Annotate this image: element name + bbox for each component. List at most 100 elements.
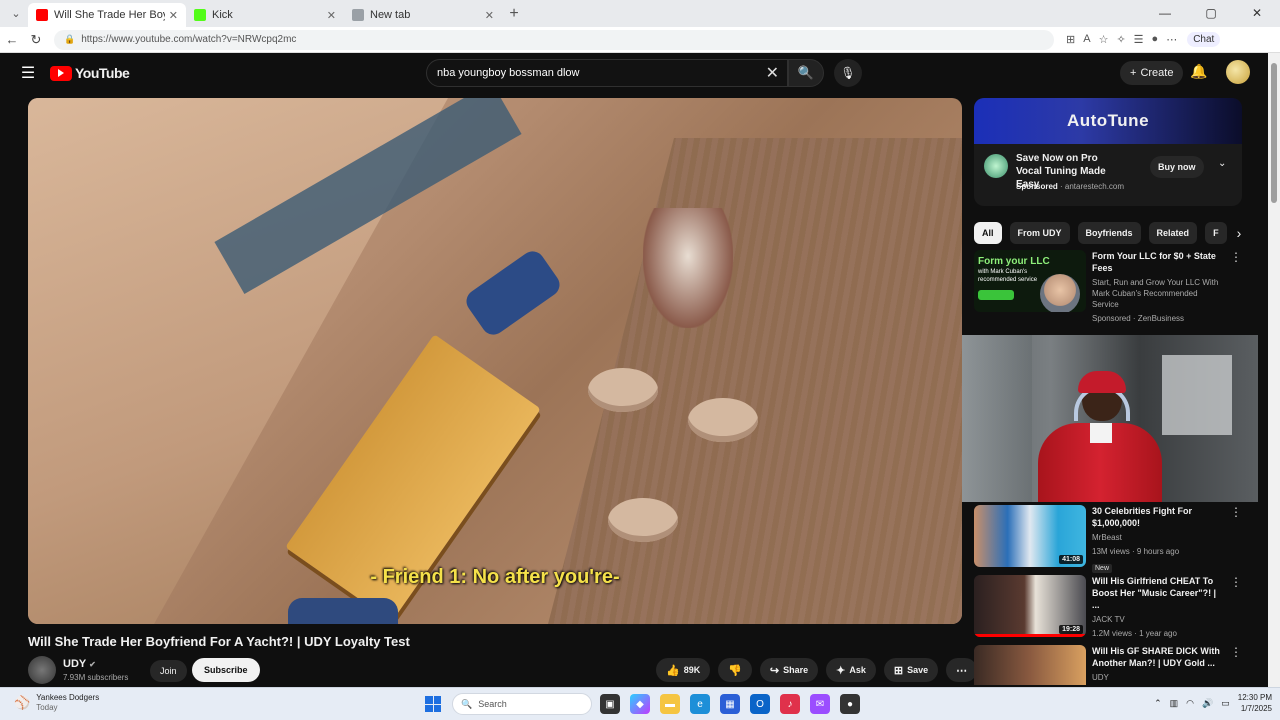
tab-new-tab[interactable]: New tab ✕	[344, 3, 502, 27]
more-vertical-icon[interactable]: ⋮	[1230, 505, 1242, 519]
read-aloud-icon[interactable]: A	[1083, 33, 1090, 46]
widgets-button[interactable]: ⚾ Yankees Dodgers Today	[14, 693, 99, 713]
thumb-button-shape	[978, 290, 1014, 300]
like-button[interactable]: 👍 89K	[656, 658, 711, 682]
sparkle-icon: ✦	[836, 664, 846, 677]
create-button[interactable]: + Create	[1120, 61, 1184, 85]
menu-icon[interactable]: ☰	[10, 63, 46, 83]
chevron-down-icon[interactable]: ⌄	[1218, 158, 1226, 169]
buy-now-button[interactable]: Buy now	[1150, 156, 1204, 178]
chip-from-udy[interactable]: From UDY	[1009, 222, 1070, 244]
channel-name[interactable]: UDY ✔	[63, 658, 96, 670]
copilot-chat-button[interactable]: Chat	[1187, 32, 1221, 47]
profile-icon[interactable]: ●	[1152, 33, 1159, 46]
windows-start-icon[interactable]	[425, 696, 441, 712]
lock-icon: 🔒	[64, 34, 76, 44]
search-button[interactable]: 🔍	[788, 59, 824, 87]
save-button[interactable]: ⊞ Save	[883, 658, 939, 682]
refresh-icon[interactable]: ↻	[24, 32, 48, 48]
rec-info: Will His Girlfriend CHEAT To Boost Her "…	[1092, 575, 1222, 639]
volume-icon[interactable]: 🔊	[1202, 698, 1213, 709]
video-frame-stool	[588, 368, 658, 412]
video-actions: 👍 89K 👎 ↪ Share ✦ Ask ⊞ Save ⋯	[656, 658, 978, 682]
notifications-bell-icon[interactable]: 🔔	[1190, 63, 1207, 80]
rec-info: 30 Celebrities Fight For $1,000,000! MrB…	[1092, 505, 1222, 575]
task-view-icon[interactable]: ▣	[600, 694, 620, 714]
list-item[interactable]: 19:28 Will His Girlfriend CHEAT To Boost…	[974, 575, 1244, 639]
messenger-icon[interactable]: ✉	[810, 694, 830, 714]
scrollbar-thumb[interactable]	[1271, 63, 1277, 203]
subscribe-button[interactable]: Subscribe	[192, 658, 260, 682]
more-vertical-icon[interactable]: ⋮	[1230, 575, 1242, 589]
rec-title: Will His GF SHARE DICK With Another Man?…	[1092, 646, 1220, 668]
webcam-red-cap	[1078, 371, 1126, 393]
tab-kick[interactable]: Kick ✕	[186, 3, 344, 27]
page-scrollbar[interactable]	[1268, 53, 1280, 687]
wifi-icon[interactable]: ◠	[1186, 698, 1194, 709]
channel-avatar[interactable]	[28, 656, 56, 684]
more-actions-button[interactable]: ⋯	[946, 658, 978, 682]
widget-line2: Today	[36, 703, 58, 712]
url-field[interactable]: 🔒 https://www.youtube.com/watch?v=NRWcpq…	[54, 29, 1054, 50]
network-icon[interactable]: ▥	[1170, 698, 1179, 709]
list-item[interactable]: 41:08 30 Celebrities Fight For $1,000,00…	[974, 505, 1244, 575]
video-frame-stool	[688, 398, 758, 442]
thumbs-down-icon: 👎	[728, 664, 742, 677]
extensions-icon[interactable]: ✧	[1116, 33, 1125, 46]
app-icon[interactable]: ●	[840, 694, 860, 714]
video-player[interactable]: - Friend 1: No after you're-	[28, 98, 962, 624]
favorites-icon[interactable]: ☰	[1134, 33, 1144, 46]
chip-boyfriends[interactable]: Boyfriends	[1077, 222, 1141, 244]
tab-label: New tab	[370, 9, 411, 21]
tab-youtube[interactable]: Will She Trade Her Boyfriend ✕	[28, 3, 186, 27]
search-input[interactable]	[437, 67, 737, 79]
app-available-icon[interactable]: ⊞	[1066, 33, 1075, 46]
video-duration: 41:08	[1059, 555, 1083, 564]
close-tab-icon[interactable]: ✕	[169, 9, 178, 22]
news-widget-icon: ⚾	[14, 695, 31, 710]
join-button[interactable]: Join	[150, 660, 187, 682]
share-button[interactable]: ↪ Share	[759, 658, 819, 682]
account-avatar[interactable]	[1226, 60, 1250, 84]
close-tab-icon[interactable]: ✕	[485, 9, 494, 22]
rec-meta: Sponsored · ZenBusiness	[1092, 314, 1185, 323]
chevron-right-icon[interactable]: ›	[1237, 225, 1242, 241]
close-window-icon[interactable]: ✕	[1234, 0, 1280, 27]
widget-line1: Yankees Dodgers	[36, 693, 100, 702]
list-item[interactable]: Will His GF SHARE DICK With Another Man?…	[974, 645, 1244, 685]
taskbar-search[interactable]: 🔍 Search	[452, 693, 592, 715]
clear-search-icon[interactable]: ✕	[766, 63, 779, 83]
dislike-button[interactable]: 👎	[718, 658, 752, 682]
chip-truncated[interactable]: F	[1205, 222, 1227, 244]
tab-label: Will She Trade Her Boyfriend	[54, 9, 165, 21]
new-tab-button[interactable]: +	[502, 5, 526, 23]
system-clock[interactable]: 12:30 PM 1/7/2025	[1238, 692, 1272, 714]
list-item[interactable]: Form your LLC with Mark Cuban's recommen…	[974, 250, 1244, 324]
battery-icon[interactable]: ▭	[1221, 698, 1230, 709]
chip-all[interactable]: All	[974, 222, 1002, 244]
chip-related[interactable]: Related	[1148, 222, 1198, 244]
sponsored-ad-card[interactable]: AutoTune Save Now on Pro Vocal Tuning Ma…	[974, 98, 1242, 206]
chevron-up-icon[interactable]: ⌃	[1154, 698, 1162, 709]
music-app-icon[interactable]: ♪	[780, 694, 800, 714]
favorite-star-icon[interactable]: ☆	[1099, 33, 1109, 46]
minimize-icon[interactable]: —	[1142, 0, 1188, 27]
file-explorer-icon[interactable]: ▬	[660, 694, 680, 714]
clock-time: 12:30 PM	[1237, 693, 1272, 702]
outlook-icon[interactable]: O	[750, 694, 770, 714]
tab-actions-icon[interactable]: ⌄	[4, 4, 28, 24]
edge-browser-icon[interactable]: e	[690, 694, 710, 714]
ask-button[interactable]: ✦ Ask	[826, 658, 876, 682]
more-vertical-icon[interactable]: ⋮	[1230, 250, 1242, 264]
store-icon[interactable]: ▦	[720, 694, 740, 714]
ask-label: Ask	[849, 665, 866, 675]
voice-search-button[interactable]: 🎙	[834, 59, 862, 87]
youtube-logo[interactable]: YouTube	[50, 65, 130, 81]
more-icon[interactable]: ⋯	[1166, 33, 1177, 46]
maximize-icon[interactable]: ▢	[1188, 0, 1234, 27]
back-icon[interactable]: ←	[0, 32, 24, 47]
filter-chips: All From UDY Boyfriends Related F ›	[974, 222, 1241, 244]
more-vertical-icon[interactable]: ⋮	[1230, 645, 1242, 659]
copilot-app-icon[interactable]: ◆	[630, 694, 650, 714]
close-tab-icon[interactable]: ✕	[327, 9, 336, 22]
